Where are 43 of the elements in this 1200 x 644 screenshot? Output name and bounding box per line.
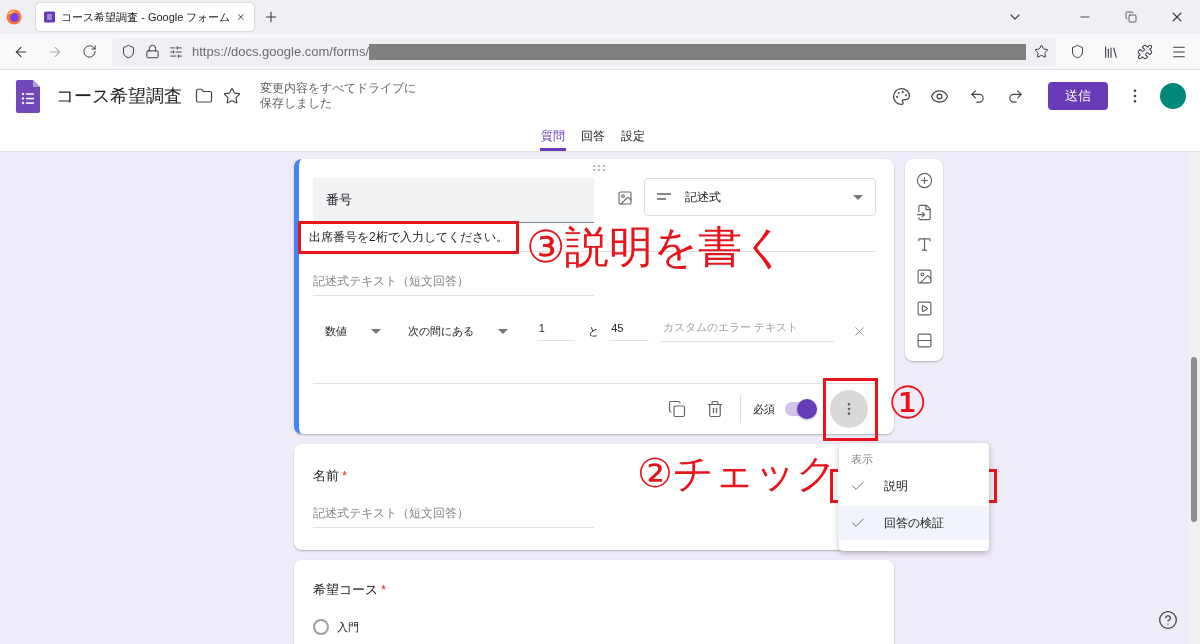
form-title[interactable]: コース希望調査 xyxy=(56,84,182,108)
avatar[interactable] xyxy=(1160,83,1186,109)
option-label: 入門 xyxy=(337,619,359,635)
required-toggle[interactable] xyxy=(783,399,817,419)
short-text-icon xyxy=(657,193,671,201)
dropdown-arrow-icon xyxy=(371,328,381,334)
address-bar[interactable]: https://docs.google.com/forms/ xyxy=(112,37,1056,66)
joiner-text: と xyxy=(588,323,600,339)
max-field[interactable]: 45 xyxy=(609,321,649,341)
send-button[interactable]: 送信 xyxy=(1048,82,1108,110)
radio-button[interactable] xyxy=(313,619,329,635)
save-status: 保存しました xyxy=(260,96,333,111)
dropdown-arrow-icon xyxy=(853,194,863,200)
validation-type-dropdown[interactable]: 数値 xyxy=(325,323,381,339)
question-title: 希望コース xyxy=(313,582,378,597)
save-status: 変更内容をすべてドライブに xyxy=(260,81,416,96)
menu-item[interactable]: 説明 xyxy=(838,469,989,503)
dropdown-arrow-icon xyxy=(497,328,508,334)
menu-item[interactable]: 回答の検証 xyxy=(838,506,989,540)
question-title: 名前 xyxy=(313,468,339,483)
question-type-dropdown[interactable]: 記述式 xyxy=(644,178,876,216)
answer-field: 記述式テキスト（短文回答） xyxy=(313,485,594,528)
menu-heading: 表示 xyxy=(850,452,874,467)
required-label: 必須 xyxy=(753,401,775,417)
question-title-field[interactable]: 番号 xyxy=(313,178,594,223)
forms-favicon-icon xyxy=(44,10,56,24)
form-tab[interactable]: 設定 xyxy=(619,122,646,151)
scrollbar[interactable] xyxy=(1188,152,1200,644)
validation-condition-dropdown[interactable]: 次の間にある xyxy=(407,323,508,339)
description-text[interactable]: 出席番号を2桁で入力してください。 xyxy=(309,229,508,246)
forms-logo-icon[interactable] xyxy=(16,79,40,113)
annotation-text: ① xyxy=(888,381,928,425)
tab-title: コース希望調査 - Google フォーム xyxy=(61,9,231,25)
form-tab[interactable]: 回答 xyxy=(579,122,606,151)
drag-handle-icon[interactable] xyxy=(593,165,605,171)
browser-logo-icon[interactable] xyxy=(6,9,22,25)
close-tab-icon[interactable] xyxy=(236,11,246,23)
required-asterisk: * xyxy=(342,468,348,483)
required-asterisk: * xyxy=(381,582,387,597)
url-text: https://docs.google.com/forms/ xyxy=(192,44,370,59)
browser-tab[interactable]: コース希望調査 - Google フォーム xyxy=(36,3,254,31)
annotation-text: ②チェック xyxy=(637,453,837,493)
min-field[interactable]: 1 xyxy=(536,321,576,341)
